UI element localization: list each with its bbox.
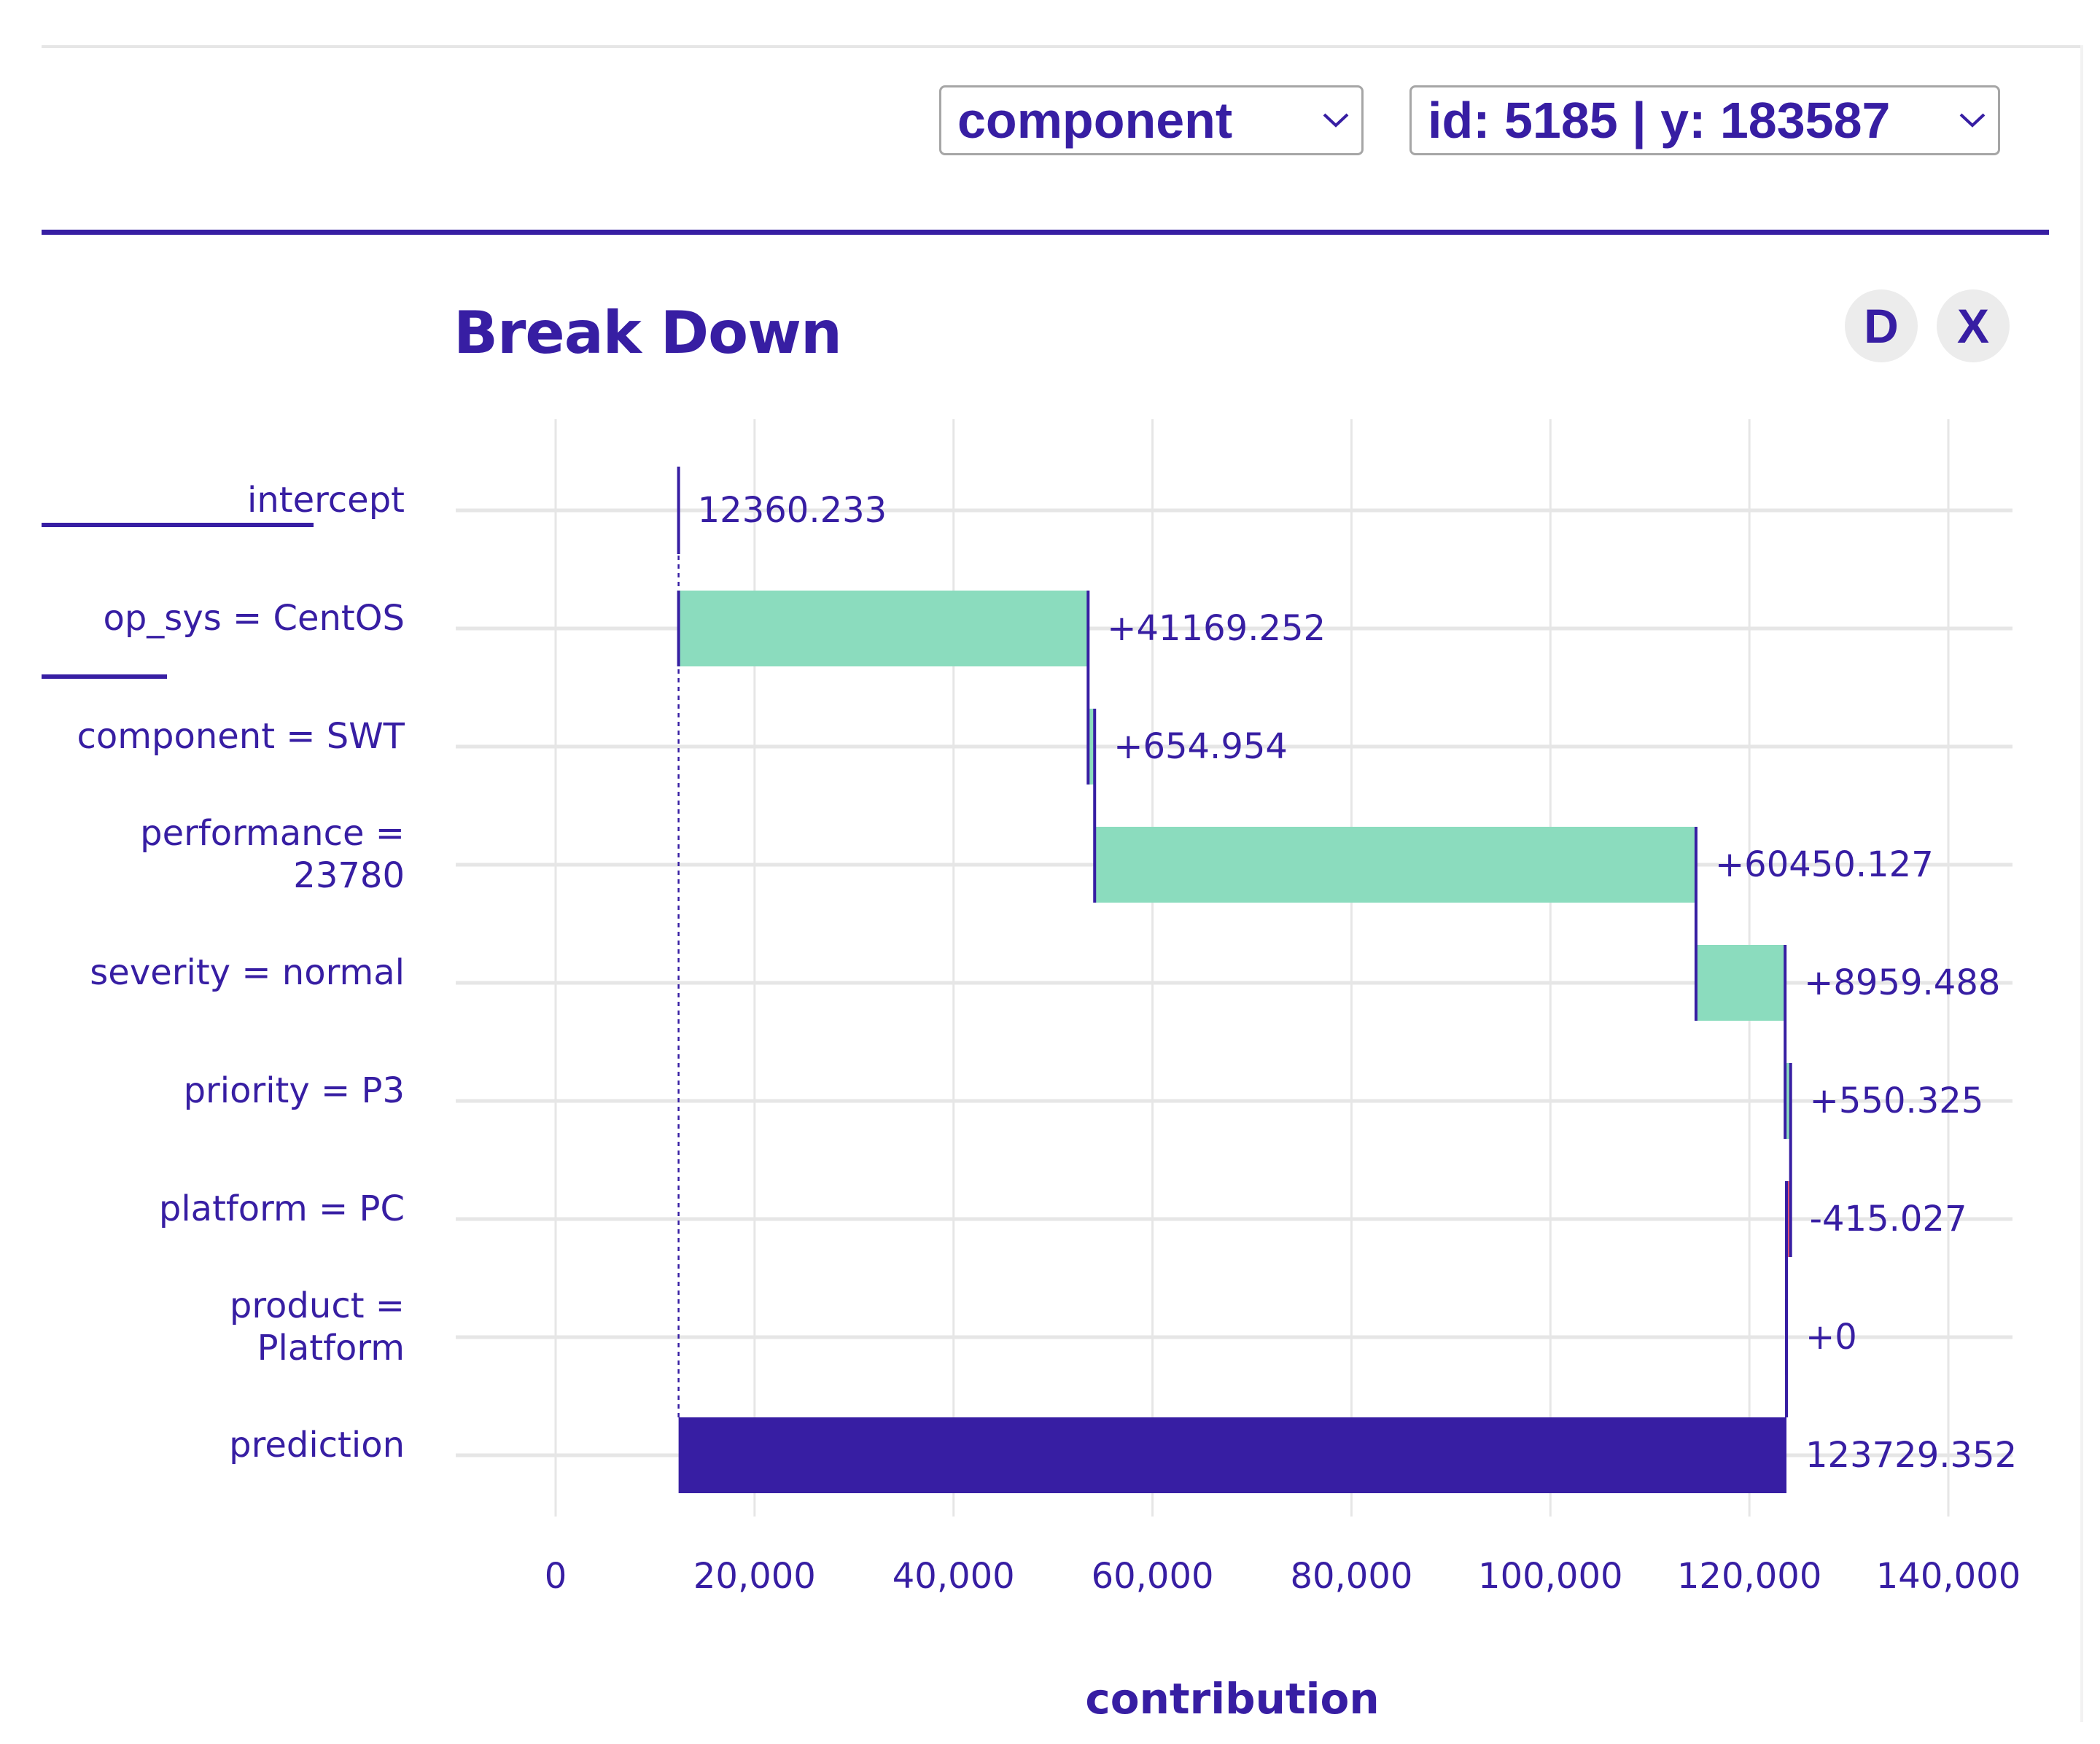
y-axis-label-line: performance = (140, 813, 405, 854)
x-axis-ticks: 0 20,000 40,000 60,000 80,000 100,000 120,000 1… (545, 1556, 2021, 1597)
contribution-bar (678, 591, 1089, 666)
value-label: +41169.252 (1107, 608, 1326, 649)
y-axis-label-line: op_sys = CentOS (103, 598, 405, 639)
value-label: +550.325 (1810, 1081, 1984, 1121)
value-label: +654.954 (1113, 726, 1288, 767)
x-tick-label: 0 (545, 1556, 567, 1597)
prediction-bar (678, 1417, 1787, 1493)
x-axis-title: contribution (1085, 1674, 1379, 1724)
y-axis-label: platform = PC (159, 1188, 405, 1229)
contribution-bar (1094, 827, 1696, 903)
y-axis-label: prediction (229, 1425, 405, 1465)
x-tick-label: 20,000 (693, 1556, 816, 1597)
value-label: -415.027 (1810, 1199, 1967, 1239)
y-axis-label: intercept (247, 480, 405, 521)
y-axis-label-line: prediction (229, 1425, 405, 1465)
y-axis-label-line: Platform (257, 1328, 405, 1369)
x-tick-label: 100,000 (1478, 1556, 1623, 1597)
contribution-bar (1695, 945, 1786, 1021)
y-axis-label-line: product = (230, 1285, 405, 1326)
x-tick-label: 80,000 (1290, 1556, 1412, 1597)
y-axis-label-line: severity = normal (90, 952, 405, 993)
y-axis-label: op_sys = CentOS (103, 598, 405, 639)
value-label: 12360.233 (698, 490, 887, 531)
y-axis-label-line: intercept (247, 480, 405, 521)
y-axis-label: product = Platform (230, 1285, 405, 1369)
y-axis-label-line: priority = P3 (184, 1070, 405, 1111)
x-tick-label: 140,000 (1876, 1556, 2021, 1597)
break-down-chart: intercept 12360.233 op_sys = CentOS +41169.… (42, 419, 2021, 1724)
x-tick-label: 60,000 (1092, 1556, 1214, 1597)
y-axis-label-line: 23780 (293, 855, 405, 896)
label-underline (42, 674, 167, 679)
y-axis-label: performance = 23780 (140, 813, 405, 896)
value-label: +60450.127 (1715, 844, 1934, 885)
label-underline (42, 523, 314, 527)
y-axis-label-line: platform = PC (159, 1188, 405, 1229)
value-label: +8959.488 (1804, 962, 2000, 1003)
y-axis-label-line: component = SWT (77, 716, 405, 757)
x-tick-label: 40,000 (892, 1556, 1015, 1597)
value-label: 123729.352 (1805, 1435, 2017, 1476)
x-tick-label: 120,000 (1677, 1556, 1822, 1597)
y-axis-label: priority = P3 (184, 1070, 405, 1111)
value-label: +0 (1805, 1317, 1857, 1358)
y-axis-label: severity = normal (90, 952, 405, 993)
y-axis-label: component = SWT (77, 716, 405, 757)
